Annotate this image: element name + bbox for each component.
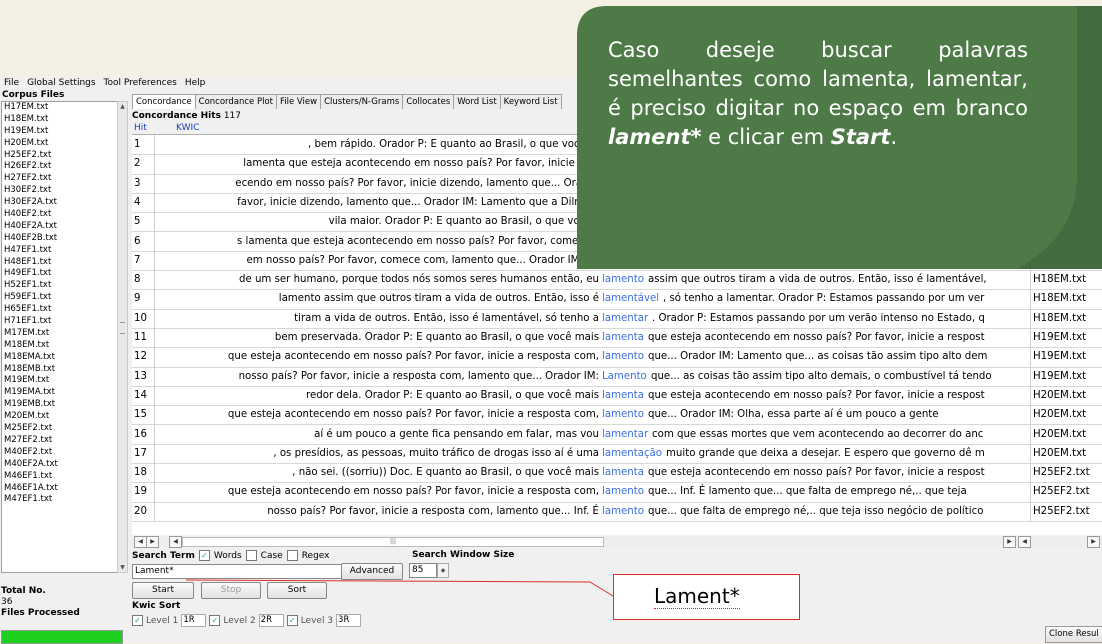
- pointer-line: [185, 579, 614, 597]
- zoom-label: Lament*: [654, 584, 740, 609]
- zoom-highlight-box: Lament*: [613, 574, 800, 620]
